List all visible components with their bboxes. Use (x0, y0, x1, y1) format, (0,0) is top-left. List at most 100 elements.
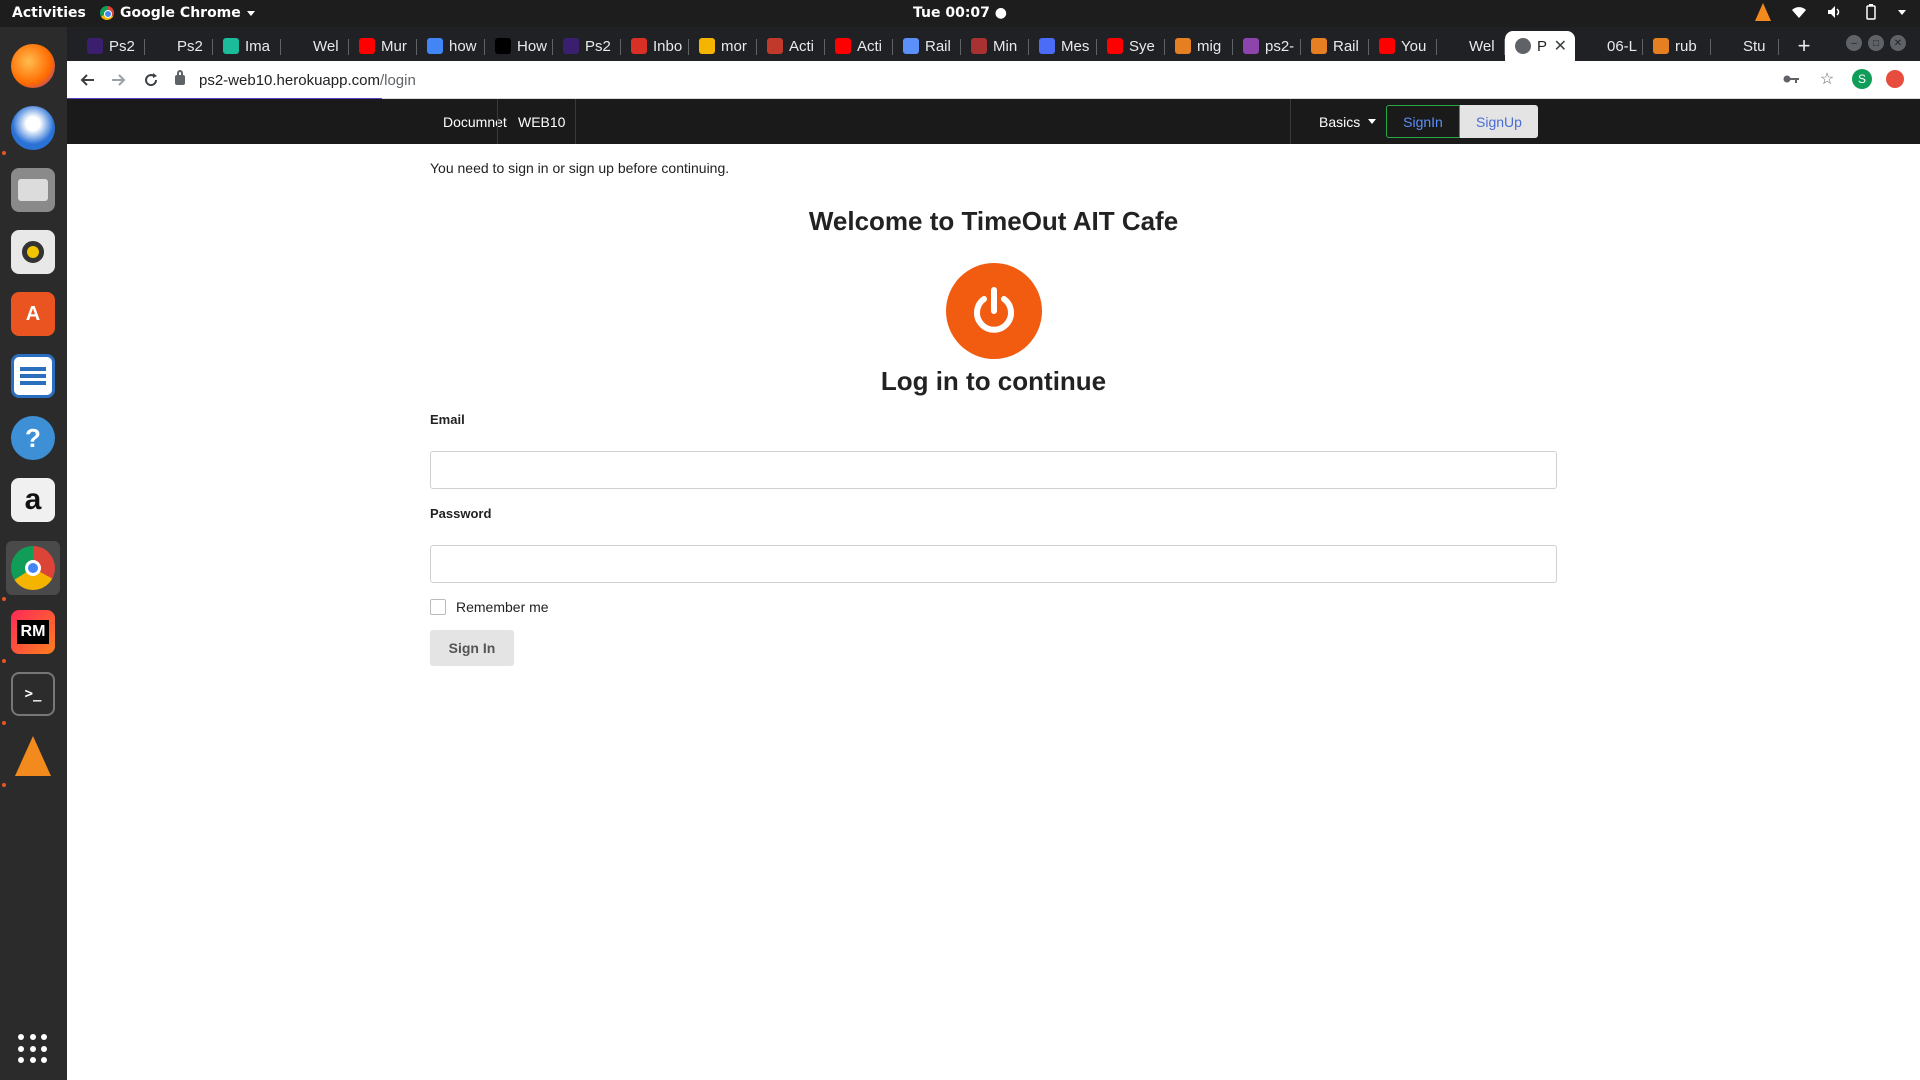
signup-button[interactable]: SignUp (1460, 105, 1538, 138)
dock-writer[interactable] (6, 349, 60, 403)
files-icon (11, 168, 55, 212)
dock-files[interactable] (6, 163, 60, 217)
browser-tab[interactable]: Sye (1097, 31, 1165, 61)
remember-me[interactable]: Remember me (430, 599, 549, 615)
browser-tab[interactable]: ps2- (1233, 31, 1301, 61)
password-field[interactable] (430, 545, 1557, 583)
tab-label: ps2- (1265, 37, 1295, 55)
basics-dropdown[interactable]: Basics (1305, 99, 1390, 144)
maximize-icon[interactable]: □ (1868, 35, 1884, 51)
battery-icon[interactable] (1862, 3, 1880, 21)
window-controls: – □ ✕ (1846, 35, 1906, 51)
tab-label: Acti (857, 37, 883, 55)
browser-tab[interactable]: Mur (349, 31, 417, 61)
dock-chrome[interactable] (6, 541, 60, 595)
reload-icon[interactable] (139, 68, 163, 92)
browser-tab[interactable]: rub (1643, 31, 1711, 61)
tab-favicon-icon (1243, 38, 1259, 54)
dock-help[interactable]: ? (6, 411, 60, 465)
rubymine-icon: RM (11, 610, 55, 654)
browser-tab[interactable]: Wel (1437, 31, 1505, 61)
dock-amazon[interactable]: a (6, 473, 60, 527)
tab-label: Ps2 (177, 37, 203, 55)
basics-dropdown-label: Basics (1319, 113, 1361, 130)
browser-tab[interactable]: Wel (281, 31, 349, 61)
browser-tab[interactable]: Min (961, 31, 1029, 61)
extension-icon[interactable] (1886, 70, 1904, 88)
terminal-icon: >_ (11, 672, 55, 716)
close-tab-icon[interactable]: ✕ (1554, 36, 1567, 56)
signin-button[interactable]: SignIn (1386, 105, 1460, 138)
tab-label: 06-L (1607, 37, 1638, 55)
clock[interactable]: Tue 00:07 ● (913, 5, 1007, 21)
tab-favicon-icon (1107, 38, 1123, 54)
browser-tab[interactable]: Ps2 (77, 31, 145, 61)
chevron-down-icon (1368, 119, 1377, 124)
browser-tab[interactable]: Ima (213, 31, 281, 61)
tab-label: You (1401, 37, 1427, 55)
remember-me-label: Remember me (456, 599, 549, 615)
browser-tab[interactable]: Rail (1301, 31, 1369, 61)
volume-icon[interactable] (1826, 3, 1844, 21)
browser-tab[interactable]: How (485, 31, 553, 61)
key-icon[interactable] (1780, 68, 1802, 90)
browser-tab[interactable]: mor (689, 31, 757, 61)
nav-divider (497, 99, 498, 144)
browser-tab[interactable]: Inbo (621, 31, 689, 61)
dock-thunderbird[interactable] (6, 101, 60, 155)
dock-rhythmbox[interactable] (6, 225, 60, 279)
browser-tab[interactable]: Ps2 (145, 31, 213, 61)
tab-favicon-icon (631, 38, 647, 54)
activities-button[interactable]: Activities (12, 5, 86, 21)
chevron-down-icon (246, 10, 255, 16)
tab-favicon-icon (835, 38, 851, 54)
tab-favicon-icon (767, 38, 783, 54)
back-icon[interactable] (75, 68, 99, 92)
browser-tab[interactable]: 06-L (1575, 31, 1643, 61)
dock-rubymine[interactable]: RM (6, 605, 60, 659)
dock-vlc[interactable] (6, 729, 60, 783)
dock-software[interactable]: A (6, 287, 60, 341)
new-tab-button[interactable]: + (1790, 32, 1818, 60)
show-applications-icon[interactable] (18, 1034, 48, 1064)
dock-terminal[interactable]: >_ (6, 667, 60, 721)
lock-icon[interactable] (175, 70, 185, 85)
software-icon: A (11, 292, 55, 336)
network-icon[interactable] (1790, 3, 1808, 21)
tab-label: how (449, 37, 477, 55)
tab-label: P (1537, 37, 1548, 55)
dock-firefox[interactable] (6, 39, 60, 93)
tab-favicon-icon (1311, 38, 1327, 54)
email-label: Email (430, 412, 465, 427)
browser-tab[interactable]: You (1369, 31, 1437, 61)
browser-tab[interactable]: Acti (757, 31, 825, 61)
tab-active[interactable]: P ✕ (1505, 31, 1575, 61)
browser-tabstrip: Ps2 Ps2 Ima Wel Mur how How Ps2 Inbo mor Acti Acti R… (67, 27, 1920, 61)
nav-link-web10[interactable]: WEB10 (506, 99, 577, 144)
tab-favicon-icon (1447, 38, 1463, 54)
browser-tab[interactable]: Ps2 (553, 31, 621, 61)
profile-avatar[interactable]: S (1852, 69, 1872, 89)
tab-favicon-icon (1653, 38, 1669, 54)
minimize-icon[interactable]: – (1846, 35, 1862, 51)
close-window-icon[interactable]: ✕ (1890, 35, 1906, 51)
tab-favicon-icon (563, 38, 579, 54)
toolbar-actions: ☆ S (1780, 68, 1904, 90)
browser-tab[interactable]: Mes (1029, 31, 1097, 61)
browser-tab[interactable]: Rail (893, 31, 961, 61)
system-menu-chevron-icon[interactable] (1898, 9, 1906, 15)
address-bar[interactable]: ps2-web10.herokuapp.com/login (175, 65, 1815, 95)
browser-tab[interactable]: Acti (825, 31, 893, 61)
browser-tab[interactable]: Stu (1711, 31, 1779, 61)
rhythmbox-icon (11, 230, 55, 274)
bookmark-star-icon[interactable]: ☆ (1816, 68, 1838, 90)
forward-icon[interactable] (107, 68, 131, 92)
browser-tab[interactable]: mig (1165, 31, 1233, 61)
app-menu[interactable]: Google Chrome (100, 5, 255, 21)
browser-tab[interactable]: how (417, 31, 485, 61)
remember-me-checkbox[interactable] (430, 599, 446, 615)
email-field[interactable] (430, 451, 1557, 489)
vlc-tray-icon[interactable] (1754, 3, 1772, 21)
sign-in-submit-button[interactable]: Sign In (430, 630, 514, 666)
system-tray[interactable] (1754, 3, 1906, 21)
